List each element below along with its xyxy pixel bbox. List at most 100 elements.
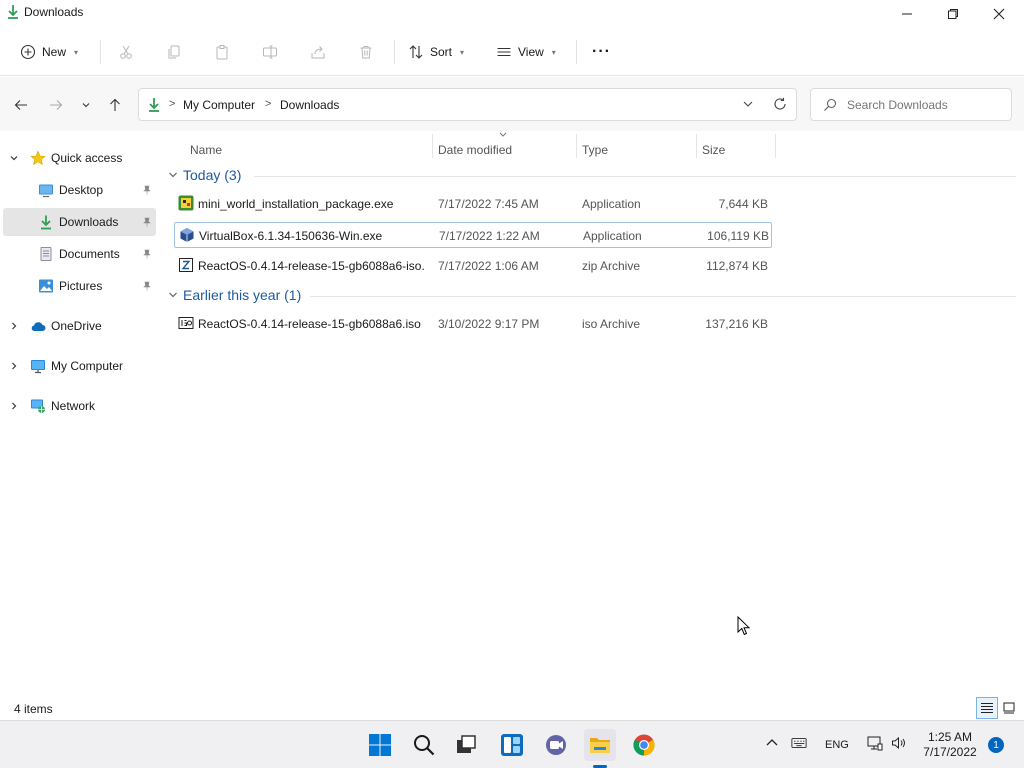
download-folder-icon — [8, 5, 18, 19]
chevron-down-icon[interactable] — [9, 153, 19, 163]
column-divider[interactable] — [576, 134, 577, 158]
file-type: zip Archive — [582, 259, 641, 273]
restore-button[interactable] — [930, 0, 976, 28]
paste-button[interactable] — [214, 38, 230, 66]
restore-icon — [948, 9, 958, 19]
column-header-date[interactable]: Date modified — [438, 138, 512, 162]
group-divider — [310, 296, 1016, 297]
more-icon: ··· — [592, 43, 611, 60]
chevron-right-icon[interactable] — [9, 321, 19, 331]
column-header-name[interactable]: Name — [190, 138, 222, 162]
column-divider[interactable] — [432, 134, 433, 158]
file-date: 7/17/2022 7:45 AM — [438, 197, 539, 211]
chevron-down-icon — [169, 172, 177, 178]
clock[interactable]: 1:25 AM 7/17/2022 — [918, 730, 982, 760]
group-title: Earlier this year (1) — [183, 287, 302, 303]
copy-button[interactable] — [166, 38, 182, 66]
chrome-taskbar-button[interactable] — [628, 729, 660, 761]
group-header-earlier-this-year[interactable]: Earlier this year (1) — [168, 284, 301, 306]
up-button[interactable] — [105, 95, 125, 115]
title-bar: Downloads — [0, 0, 1024, 28]
column-divider[interactable] — [696, 134, 697, 158]
search-taskbar-button[interactable] — [408, 729, 440, 761]
minimize-button[interactable] — [884, 0, 930, 28]
close-button[interactable] — [976, 0, 1022, 28]
chevron-up-icon — [766, 739, 778, 746]
file-date: 3/10/2022 9:17 PM — [438, 317, 540, 331]
sidebar-item-pictures[interactable]: Pictures — [0, 272, 156, 300]
sidebar-item-quick-access[interactable]: Quick access — [0, 144, 156, 172]
column-header-size[interactable]: Size — [702, 138, 725, 162]
file-list: Name Date modified Type Size Today (3) m… — [160, 132, 1024, 688]
file-size: 137,216 KB — [705, 317, 768, 331]
recent-locations-button[interactable] — [76, 95, 96, 115]
window-title: Downloads — [24, 5, 84, 19]
teams-chat-button[interactable] — [540, 729, 572, 761]
file-row[interactable]: VirtualBox-6.1.34-150636-Win.exe 7/17/20… — [174, 222, 772, 248]
volume-button[interactable] — [891, 735, 907, 754]
sidebar-item-desktop[interactable]: Desktop — [0, 176, 156, 204]
command-bar: New ▾ Sort ▾ View ▾ ··· — [0, 28, 1024, 76]
back-button[interactable] — [11, 95, 31, 115]
close-icon — [993, 8, 1005, 20]
navigation-pane: Quick access Desktop Downloads Documents… — [0, 132, 158, 688]
sidebar-item-my-computer[interactable]: My Computer — [0, 352, 156, 380]
sidebar-item-downloads[interactable]: Downloads — [3, 208, 156, 236]
task-view-button[interactable] — [450, 729, 482, 761]
search-box[interactable] — [810, 88, 1012, 121]
mouse-cursor-icon — [737, 616, 751, 636]
more-options-button[interactable]: ··· — [592, 38, 611, 66]
language-indicator[interactable]: ENG — [825, 739, 849, 751]
cut-button[interactable] — [118, 38, 134, 66]
chevron-right-icon[interactable] — [9, 361, 19, 371]
file-name: ReactOS-0.4.14-release-15-gb6088a6.iso — [198, 317, 421, 331]
keyboard-icon — [791, 738, 807, 748]
widgets-button[interactable] — [496, 729, 528, 761]
chevron-down-icon: ▾ — [460, 47, 465, 57]
thumbnail-view-button[interactable] — [998, 697, 1020, 719]
search-input[interactable] — [847, 96, 1007, 114]
rename-button[interactable] — [262, 38, 278, 66]
notification-badge[interactable]: 1 — [988, 737, 1004, 753]
sidebar-item-network[interactable]: Network — [0, 392, 156, 420]
start-button[interactable] — [364, 729, 396, 761]
breadcrumb-downloads[interactable]: Downloads — [280, 98, 339, 112]
show-hidden-icons-button[interactable] — [764, 735, 780, 754]
forward-button[interactable] — [46, 95, 66, 115]
new-button[interactable]: New ▾ — [20, 38, 78, 66]
chevron-down-icon[interactable] — [741, 97, 755, 111]
file-row[interactable]: ReactOS-0.4.14-release-15-gb6088a6-iso..… — [174, 253, 772, 279]
column-divider[interactable] — [775, 134, 776, 158]
divider — [100, 40, 101, 64]
column-header-type[interactable]: Type — [582, 138, 608, 162]
sidebar-item-documents[interactable]: Documents — [0, 240, 156, 268]
folder-icon — [590, 738, 610, 753]
file-explorer-taskbar-button[interactable] — [584, 729, 616, 761]
arrow-left-icon — [14, 100, 27, 110]
status-bar: 4 items — [0, 696, 1024, 720]
address-bar[interactable]: > My Computer > Downloads — [138, 88, 797, 121]
network-status-icon — [867, 736, 883, 751]
refresh-icon[interactable] — [773, 97, 787, 111]
file-row[interactable]: mini_world_installation_package.exe 7/17… — [174, 191, 772, 217]
delete-button[interactable] — [358, 38, 374, 66]
sidebar-item-onedrive[interactable]: OneDrive — [0, 312, 156, 340]
group-header-today[interactable]: Today (3) — [168, 164, 241, 186]
details-view-button[interactable] — [976, 697, 998, 719]
sidebar-label: OneDrive — [51, 319, 102, 333]
file-row[interactable]: ReactOS-0.4.14-release-15-gb6088a6.iso 3… — [174, 311, 772, 337]
rename-icon — [263, 45, 277, 59]
chevron-down-icon: ▾ — [74, 47, 79, 57]
breadcrumb-my-computer[interactable]: My Computer — [183, 98, 255, 112]
network-status-button[interactable] — [867, 735, 883, 754]
touch-keyboard-button[interactable] — [791, 735, 807, 754]
column-label: Type — [582, 143, 609, 157]
navigation-row: > My Computer > Downloads — [0, 77, 1024, 131]
share-button[interactable] — [310, 38, 326, 66]
file-size: 112,874 KB — [706, 259, 768, 273]
sort-button[interactable]: Sort ▾ — [408, 38, 464, 66]
divider — [394, 40, 395, 64]
view-button[interactable]: View ▾ — [496, 38, 556, 66]
chevron-right-icon[interactable] — [9, 401, 19, 411]
sort-label: Sort — [430, 45, 453, 59]
